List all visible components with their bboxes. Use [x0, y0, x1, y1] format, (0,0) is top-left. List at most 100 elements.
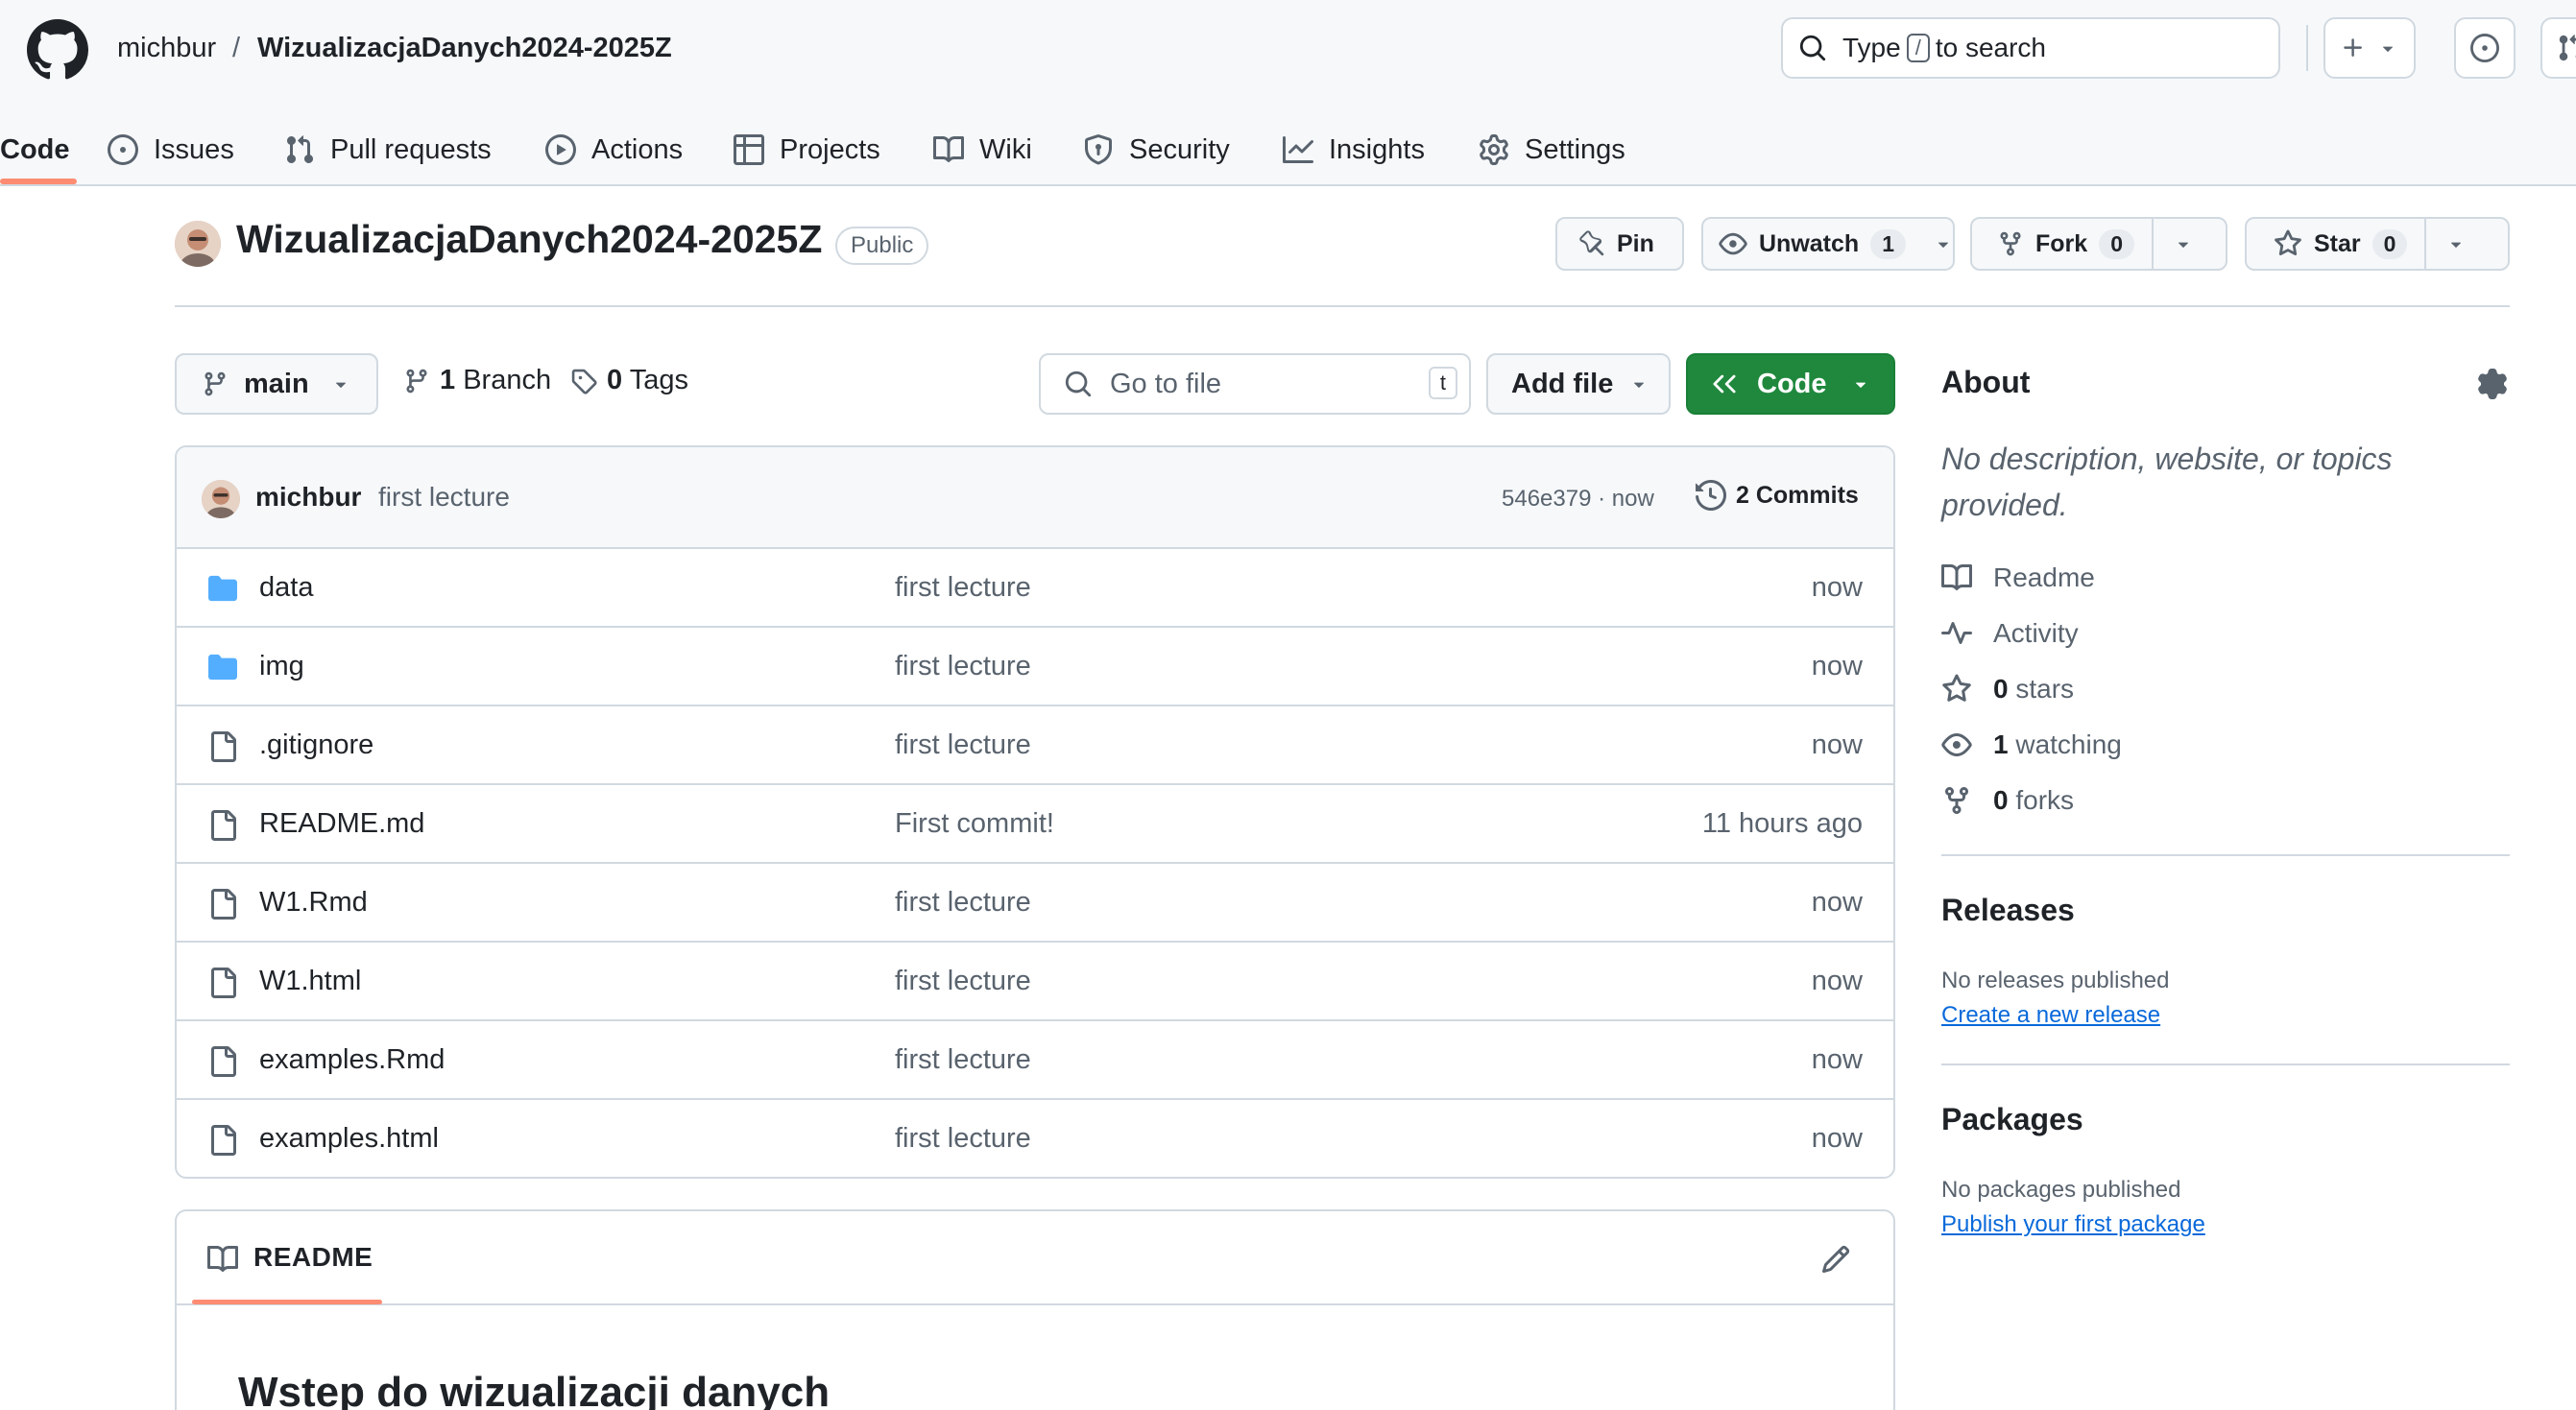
tab-actions[interactable]: Actions	[545, 113, 683, 186]
tab-insights-label: Insights	[1329, 133, 1425, 165]
issue-icon	[108, 134, 138, 165]
gear-icon[interactable]	[2477, 369, 2508, 399]
tags-link[interactable]: 0 Tags	[570, 365, 688, 396]
readme-link[interactable]: Readme	[1941, 562, 2095, 593]
eye-icon	[1719, 232, 1747, 255]
file-icon	[211, 1125, 236, 1156]
file-row[interactable]: examples.html first lecture now	[177, 1100, 1893, 1177]
file-commit-message[interactable]: first lecture	[895, 572, 1031, 604]
tab-wiki-label: Wiki	[979, 133, 1032, 165]
tab-wiki[interactable]: Wiki	[933, 113, 1032, 186]
code-icon	[1713, 374, 1736, 394]
sidebar-divider	[1941, 854, 2510, 856]
tab-settings[interactable]: Settings	[1479, 113, 1625, 186]
watching-link[interactable]: 1 watching	[1941, 729, 2122, 760]
create-new-button[interactable]	[2323, 17, 2416, 79]
readme-heading: Wstep do wizualizacji danych	[238, 1369, 831, 1410]
file-name[interactable]: W1.html	[259, 966, 361, 997]
file-name[interactable]: examples.Rmd	[259, 1044, 445, 1076]
commit-author[interactable]: michbur	[255, 482, 361, 513]
unwatch-button[interactable]: Unwatch 1	[1701, 217, 1955, 271]
tab-pull-requests-label: Pull requests	[330, 133, 492, 165]
stars-link[interactable]: 0 stars	[1941, 674, 2074, 705]
code-button-label: Code	[1757, 368, 1827, 399]
go-to-file-input[interactable]: Go to file t	[1039, 353, 1471, 415]
file-commit-time: now	[1811, 729, 1863, 760]
sidebar-divider	[1941, 1063, 2510, 1065]
commit-author-avatar[interactable]	[202, 480, 240, 518]
tab-insights[interactable]: Insights	[1283, 113, 1425, 186]
file-commit-message[interactable]: first lecture	[895, 651, 1031, 682]
file-browser: michbur first lecture 546e379 · now 2 Co…	[175, 445, 1895, 1179]
latest-commit-bar: michbur first lecture 546e379 · now 2 Co…	[177, 447, 1893, 549]
commit-hash-time[interactable]: 546e379 · now	[1502, 486, 1654, 513]
code-download-button[interactable]: Code	[1686, 353, 1895, 415]
create-release-link[interactable]: Create a new release	[1941, 1002, 2160, 1029]
visibility-badge: Public	[835, 227, 929, 265]
file-name[interactable]: examples.html	[259, 1123, 439, 1155]
branch-name: main	[244, 368, 309, 399]
file-row[interactable]: examples.Rmd first lecture now	[177, 1021, 1893, 1100]
star-button[interactable]: Star 0	[2245, 217, 2510, 271]
pencil-icon[interactable]	[1820, 1244, 1851, 1275]
file-commit-message[interactable]: first lecture	[895, 729, 1031, 761]
file-commit-message[interactable]: first lecture	[895, 887, 1031, 919]
file-name[interactable]: .gitignore	[259, 729, 373, 761]
triangle-down-icon	[2382, 46, 2394, 52]
folder-icon	[208, 654, 237, 681]
github-logo-icon[interactable]	[27, 19, 88, 81]
title-divider	[175, 305, 2510, 307]
file-name[interactable]: img	[259, 651, 304, 682]
readme-tab-indicator	[192, 1300, 382, 1304]
file-row[interactable]: README.md First commit! 11 hours ago	[177, 785, 1893, 864]
file-commit-message[interactable]: First commit!	[895, 808, 1054, 840]
global-search-input[interactable]: Type / to search	[1781, 17, 2280, 79]
breadcrumb-owner[interactable]: michbur	[117, 27, 216, 69]
readme-tab[interactable]: README	[253, 1242, 373, 1273]
file-row[interactable]: W1.html first lecture now	[177, 943, 1893, 1021]
tab-projects[interactable]: Projects	[734, 113, 880, 186]
forks-link[interactable]: 0 forks	[1941, 785, 2074, 816]
branch-selector[interactable]: main	[175, 353, 378, 415]
watch-counter: 1	[1870, 228, 1906, 259]
shield-icon	[1085, 134, 1112, 165]
fork-button[interactable]: Fork 0	[1970, 217, 2227, 271]
file-row[interactable]: .gitignore first lecture now	[177, 706, 1893, 785]
git-branch-icon	[406, 369, 427, 393]
file-commit-message[interactable]: first lecture	[895, 1044, 1031, 1076]
file-row[interactable]: img first lecture now	[177, 628, 1893, 706]
owner-avatar[interactable]	[175, 221, 221, 267]
repo-title[interactable]: WizualizacjaDanych2024-2025Z	[236, 217, 822, 262]
about-heading: About	[1941, 365, 2031, 399]
file-commit-message[interactable]: first lecture	[895, 966, 1031, 997]
tab-projects-label: Projects	[780, 133, 880, 165]
triangle-down-icon	[1855, 382, 1866, 388]
add-file-button[interactable]: Add file	[1486, 353, 1671, 415]
commits-link[interactable]: 2 Commits	[1696, 480, 1859, 511]
breadcrumb-repo[interactable]: WizualizacjaDanych2024-2025Z	[257, 27, 672, 69]
file-row[interactable]: W1.Rmd first lecture now	[177, 864, 1893, 943]
file-name[interactable]: W1.Rmd	[259, 887, 368, 919]
branches-link[interactable]: 1 Branch	[403, 365, 551, 396]
star-icon	[2275, 229, 2301, 256]
file-row[interactable]: data first lecture now	[177, 549, 1893, 628]
commit-message[interactable]: first lecture	[378, 482, 510, 513]
tab-issues[interactable]: Issues	[108, 113, 234, 186]
packages-heading[interactable]: Packages	[1941, 1102, 2517, 1137]
activity-link[interactable]: Activity	[1941, 618, 2079, 649]
issues-header-button[interactable]	[2454, 17, 2516, 79]
tab-code-label: Code	[0, 133, 70, 165]
releases-heading[interactable]: Releases	[1941, 893, 2517, 928]
tab-security[interactable]: Security	[1083, 113, 1230, 186]
about-description: No description, website, or topics provi…	[1941, 442, 2393, 522]
pin-button[interactable]: Pin	[1555, 217, 1684, 271]
publish-package-link[interactable]: Publish your first package	[1941, 1211, 2205, 1238]
tab-code[interactable]: Code	[0, 113, 70, 186]
search-prefix: Type	[1842, 33, 1901, 62]
file-commit-message[interactable]: first lecture	[895, 1123, 1031, 1155]
pull-requests-header-button[interactable]	[2540, 17, 2576, 79]
tab-pull-requests[interactable]: Pull requests	[284, 113, 492, 186]
file-name[interactable]: README.md	[259, 808, 424, 840]
pull-request-icon	[286, 135, 314, 164]
file-name[interactable]: data	[259, 572, 313, 604]
